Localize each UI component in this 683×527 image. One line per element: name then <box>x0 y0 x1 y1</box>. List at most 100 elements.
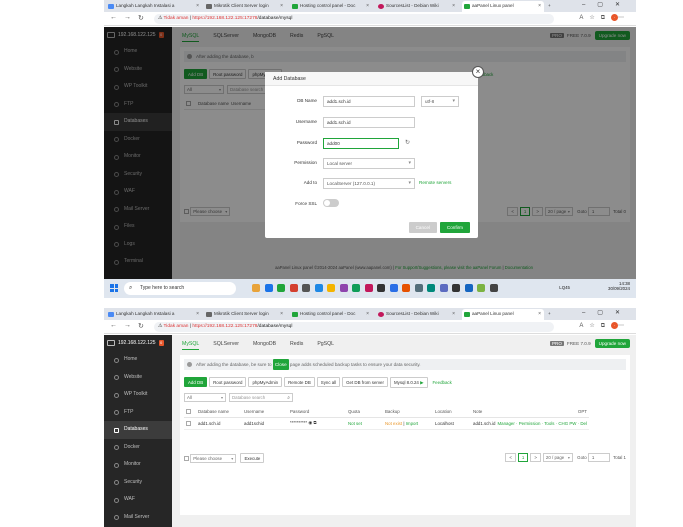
sidebar-item-website[interactable]: Website <box>104 369 172 387</box>
tab-mysql[interactable]: MySQL <box>182 341 200 350</box>
close-icon[interactable]: × <box>196 309 199 319</box>
execute-button[interactable]: Execute <box>240 453 265 463</box>
select-all-checkbox[interactable] <box>184 455 189 461</box>
close-icon[interactable]: × <box>196 1 199 11</box>
taskbar-app-icon[interactable] <box>489 284 498 292</box>
taskbar-app-icon[interactable] <box>339 284 348 292</box>
browser-tab[interactable]: Mikrotik Client Server login × <box>204 1 286 12</box>
taskbar-app-icon[interactable] <box>277 284 285 292</box>
sidebar-item-wp-toolkit[interactable]: WP Toolkit <box>104 386 172 404</box>
feedback-link[interactable]: Feedback <box>433 380 452 385</box>
eye-icon[interactable]: ◉ <box>308 420 312 425</box>
refresh-password-icon[interactable]: ↻ <box>405 139 410 146</box>
browser-toolbar-icons[interactable]: A☆⧉ · ⋯ <box>579 14 630 22</box>
avatar[interactable]: · <box>611 14 618 21</box>
next-page-button[interactable]: > <box>530 453 541 462</box>
taskbar-app-icon[interactable] <box>377 284 385 292</box>
get-db-from-server-button[interactable]: Get DB from server <box>342 377 388 387</box>
db-name-input[interactable]: add1.sch.id <box>323 96 415 107</box>
root-password-button[interactable]: Root password <box>209 377 247 387</box>
cell-operations[interactable]: Manager · Permission · Tools · CHG PW · … <box>495 417 589 430</box>
taskbar-search[interactable]: ⌕ Type here to search <box>124 282 236 295</box>
close-icon[interactable]: × <box>366 309 369 319</box>
avatar[interactable]: · <box>611 322 618 329</box>
tab-redis[interactable]: Redis <box>290 341 303 349</box>
clock-date[interactable]: 30/09/2024 <box>608 286 630 291</box>
table-row[interactable]: add1.sch.id add1schid ********** ◉ ⧉ Not se… <box>184 417 589 430</box>
charset-select[interactable]: utf-8 <box>421 96 459 107</box>
page-button[interactable]: 1 <box>517 453 529 462</box>
browser-tab[interactable]: Hosting control panel - Doc × <box>290 1 372 12</box>
tab-pgsql[interactable]: PgSQL <box>317 341 334 349</box>
goto-input[interactable]: 1 <box>587 453 610 462</box>
add-db-button[interactable]: Add DB <box>184 377 208 387</box>
reload-icon[interactable]: ↻ <box>138 322 144 330</box>
taskbar-app-icon[interactable] <box>302 284 310 292</box>
force-ssl-toggle[interactable] <box>323 199 339 207</box>
notification-badge[interactable]: 0 <box>158 340 164 346</box>
sidebar-item-security[interactable]: Security <box>104 474 172 492</box>
browser-tab[interactable]: SourcesList - Debian Wiki × <box>376 1 458 12</box>
taskbar-app-icon[interactable] <box>289 284 298 292</box>
taskbar-app-icon[interactable] <box>477 284 485 292</box>
browser-tab[interactable]: Langkah Langkah Instalasi a × <box>106 1 202 12</box>
taskbar-app-icon[interactable] <box>352 284 360 292</box>
confirm-button[interactable]: Confirm <box>439 222 470 233</box>
forward-icon[interactable]: → <box>124 14 131 21</box>
password-input[interactable]: add00 <box>323 138 399 149</box>
weather-label[interactable]: LQ45 <box>559 285 570 290</box>
windows-start-icon[interactable] <box>110 284 118 292</box>
sidebar-item-databases[interactable]: Databases <box>104 421 172 439</box>
close-icon[interactable]: × <box>280 309 283 319</box>
browser-tab[interactable]: SourcesList - Debian Wiki × <box>376 309 458 320</box>
phpmyadmin-button[interactable]: phpMyAdmin <box>248 377 283 387</box>
upgrade-button[interactable]: Upgrade now <box>594 339 630 348</box>
pro-badge[interactable]: PRO <box>549 341 564 346</box>
taskbar-app-icon[interactable] <box>314 284 323 292</box>
copy-icon[interactable]: ⧉ <box>313 420 316 425</box>
filter-select[interactable]: All <box>184 393 226 402</box>
taskbar-app-icon[interactable] <box>389 284 398 292</box>
remote-db-button[interactable]: Remote DB <box>284 377 315 387</box>
taskbar-app-icon[interactable] <box>452 284 460 292</box>
browser-tab-active[interactable]: aaPanel Linux panel × <box>462 1 544 12</box>
taskbar-app-icon[interactable] <box>464 284 473 292</box>
close-icon[interactable]: × <box>452 309 455 319</box>
cancel-button[interactable]: Cancel <box>408 222 437 233</box>
tab-mongodb[interactable]: MongoDB <box>253 341 276 349</box>
close-icon[interactable]: × <box>452 1 455 11</box>
sidebar-item-ftp[interactable]: FTP <box>104 404 172 422</box>
permission-select[interactable]: Local server <box>323 158 415 169</box>
taskbar-app-icon[interactable] <box>402 284 410 292</box>
close-icon[interactable]: × <box>366 1 369 11</box>
url-field[interactable]: ⚠ Tidak aman | https://192.168.122.125:1… <box>154 14 554 24</box>
new-tab-button[interactable]: + <box>546 309 556 320</box>
browser-tab[interactable]: Mikrotik Client Server login × <box>204 309 286 320</box>
close-icon[interactable]: × <box>280 1 283 11</box>
close-icon[interactable]: × <box>538 1 541 11</box>
sync-all-button[interactable]: Sync all <box>316 377 341 387</box>
search-input[interactable]: Database search ⌕ <box>229 393 293 402</box>
back-icon[interactable]: ← <box>110 322 117 329</box>
url-field[interactable]: ⚠ Tidak aman | https://192.168.122.125:1… <box>154 322 554 332</box>
per-page-select[interactable]: 20 / page <box>542 453 573 463</box>
add-to-select[interactable]: LocalServer (127.0.0.1) <box>323 178 415 189</box>
sidebar-item-mail-server[interactable]: Mail Server <box>104 509 172 527</box>
browser-tab[interactable]: Langkah Langkah Instalasi a × <box>106 309 202 320</box>
browser-tab[interactable]: Hosting control panel - Doc × <box>290 309 372 320</box>
row-checkbox[interactable] <box>186 420 191 426</box>
new-tab-button[interactable]: + <box>546 1 556 12</box>
username-input[interactable]: add1.sch.id <box>323 117 415 128</box>
select-all-checkbox[interactable] <box>186 409 191 415</box>
taskbar-app-icon[interactable] <box>327 284 335 292</box>
remote-servers-link[interactable]: Remote servers <box>419 180 451 185</box>
sidebar-item-home[interactable]: Home <box>104 351 172 369</box>
tab-sqlserver[interactable]: SQLServer <box>213 341 239 349</box>
sidebar-item-monitor[interactable]: Monitor <box>104 456 172 474</box>
taskbar-app-icon[interactable] <box>427 284 435 292</box>
cell-quota[interactable]: Not set <box>346 417 383 430</box>
window-controls[interactable]: –▢✕ <box>582 309 632 316</box>
backup-status-link[interactable]: Not exist <box>385 421 402 426</box>
reload-icon[interactable]: ↻ <box>138 14 144 22</box>
taskbar-app-icon[interactable] <box>439 284 448 292</box>
